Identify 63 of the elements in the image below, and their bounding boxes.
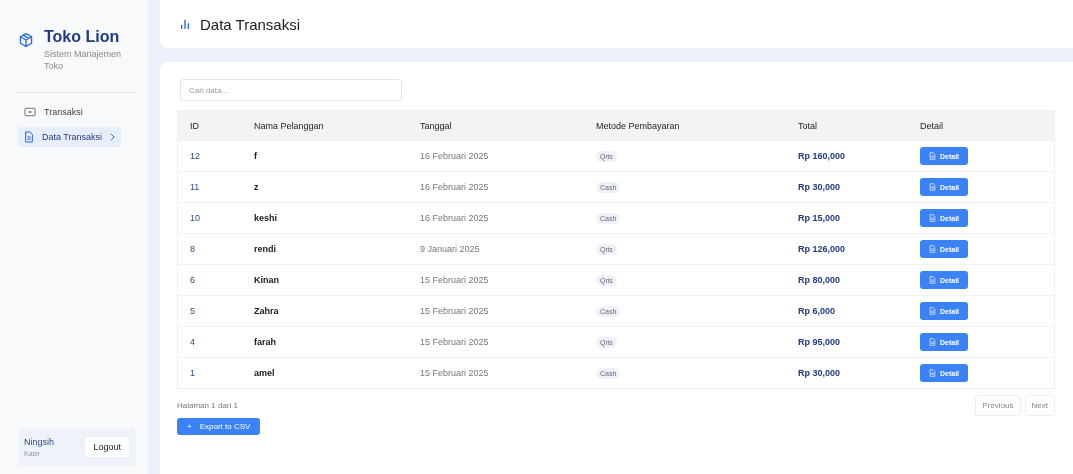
customer-name: keshi — [254, 213, 277, 223]
total-cell: Rp 6,000 — [798, 306, 836, 316]
id-cell: 8 — [190, 244, 195, 254]
customer-name: farah — [254, 337, 276, 347]
id-cell: 10 — [190, 213, 200, 223]
cube-icon — [18, 32, 34, 48]
user-name: Ningsih — [24, 437, 54, 447]
total-cell: Rp 160,000 — [798, 151, 846, 161]
total-cell: Rp 30,000 — [798, 182, 841, 192]
document-icon — [929, 214, 936, 222]
total-cell: Rp 126,000 — [798, 244, 846, 254]
page-title: Data Transaksi — [200, 15, 301, 33]
total-cell: Rp 15,000 — [798, 213, 841, 223]
brand-subtitle: Sistem Manajemen Toko — [44, 48, 123, 72]
date-cell: 9 Januari 2025 — [420, 244, 480, 254]
column-header: Nama Pelanggan — [242, 110, 408, 141]
bar-chart-icon — [180, 18, 190, 30]
customer-name: f — [254, 151, 257, 161]
sidebar-item[interactable]: Data Transaksi — [18, 127, 122, 147]
date-cell: 16 Februari 2025 — [420, 151, 489, 161]
chevron-right-icon — [110, 133, 116, 141]
column-header: Detail — [908, 110, 1055, 141]
previous-button[interactable]: Previous — [975, 395, 1021, 416]
document-icon — [929, 183, 936, 191]
date-cell: 15 Februari 2025 — [420, 306, 489, 316]
id-cell: 5 — [190, 306, 195, 316]
date-cell: 15 Februari 2025 — [420, 368, 489, 378]
id-cell: 4 — [190, 337, 195, 347]
document-icon — [929, 152, 936, 160]
brand-name: Toko Lion — [44, 28, 121, 46]
document-icon — [929, 245, 936, 253]
customer-name: z — [254, 182, 259, 192]
document-icon — [24, 131, 34, 143]
column-header: Total — [786, 110, 908, 141]
date-cell: 15 Februari 2025 — [420, 337, 489, 347]
logout-button[interactable]: Logout — [84, 436, 130, 458]
column-header: ID — [177, 110, 242, 141]
date-cell: 16 Februari 2025 — [420, 182, 489, 192]
id-cell: 6 — [190, 275, 195, 285]
total-cell: Rp 80,000 — [798, 275, 841, 285]
customer-name: rendi — [254, 244, 276, 254]
document-icon — [929, 338, 936, 346]
document-icon — [929, 276, 936, 284]
card-icon — [24, 107, 36, 117]
total-cell: Rp 95,000 — [798, 337, 841, 347]
next-button[interactable]: Next — [1024, 395, 1055, 416]
customer-name: Zahra — [254, 306, 279, 316]
document-icon — [929, 307, 936, 315]
customer-name: amel — [254, 368, 275, 378]
sidebar-item[interactable]: Transaksi — [18, 103, 136, 121]
page-info: Halaman 1 dari 1 — [177, 401, 238, 410]
customer-name: Kinan — [254, 275, 279, 285]
total-cell: Rp 30,000 — [798, 368, 841, 378]
id-cell: 12 — [190, 151, 200, 161]
document-icon — [929, 369, 936, 377]
column-header: Metode Pembayaran — [584, 110, 786, 141]
id-cell: 1 — [190, 368, 195, 378]
search-field[interactable]: Cari data... — [180, 79, 402, 101]
id-cell: 11 — [190, 182, 200, 192]
column-header: Tanggal — [408, 110, 584, 141]
export-button[interactable]: + Export to CSV — [177, 418, 261, 435]
date-cell: 15 Februari 2025 — [420, 275, 489, 285]
date-cell: 16 Februari 2025 — [420, 213, 489, 223]
